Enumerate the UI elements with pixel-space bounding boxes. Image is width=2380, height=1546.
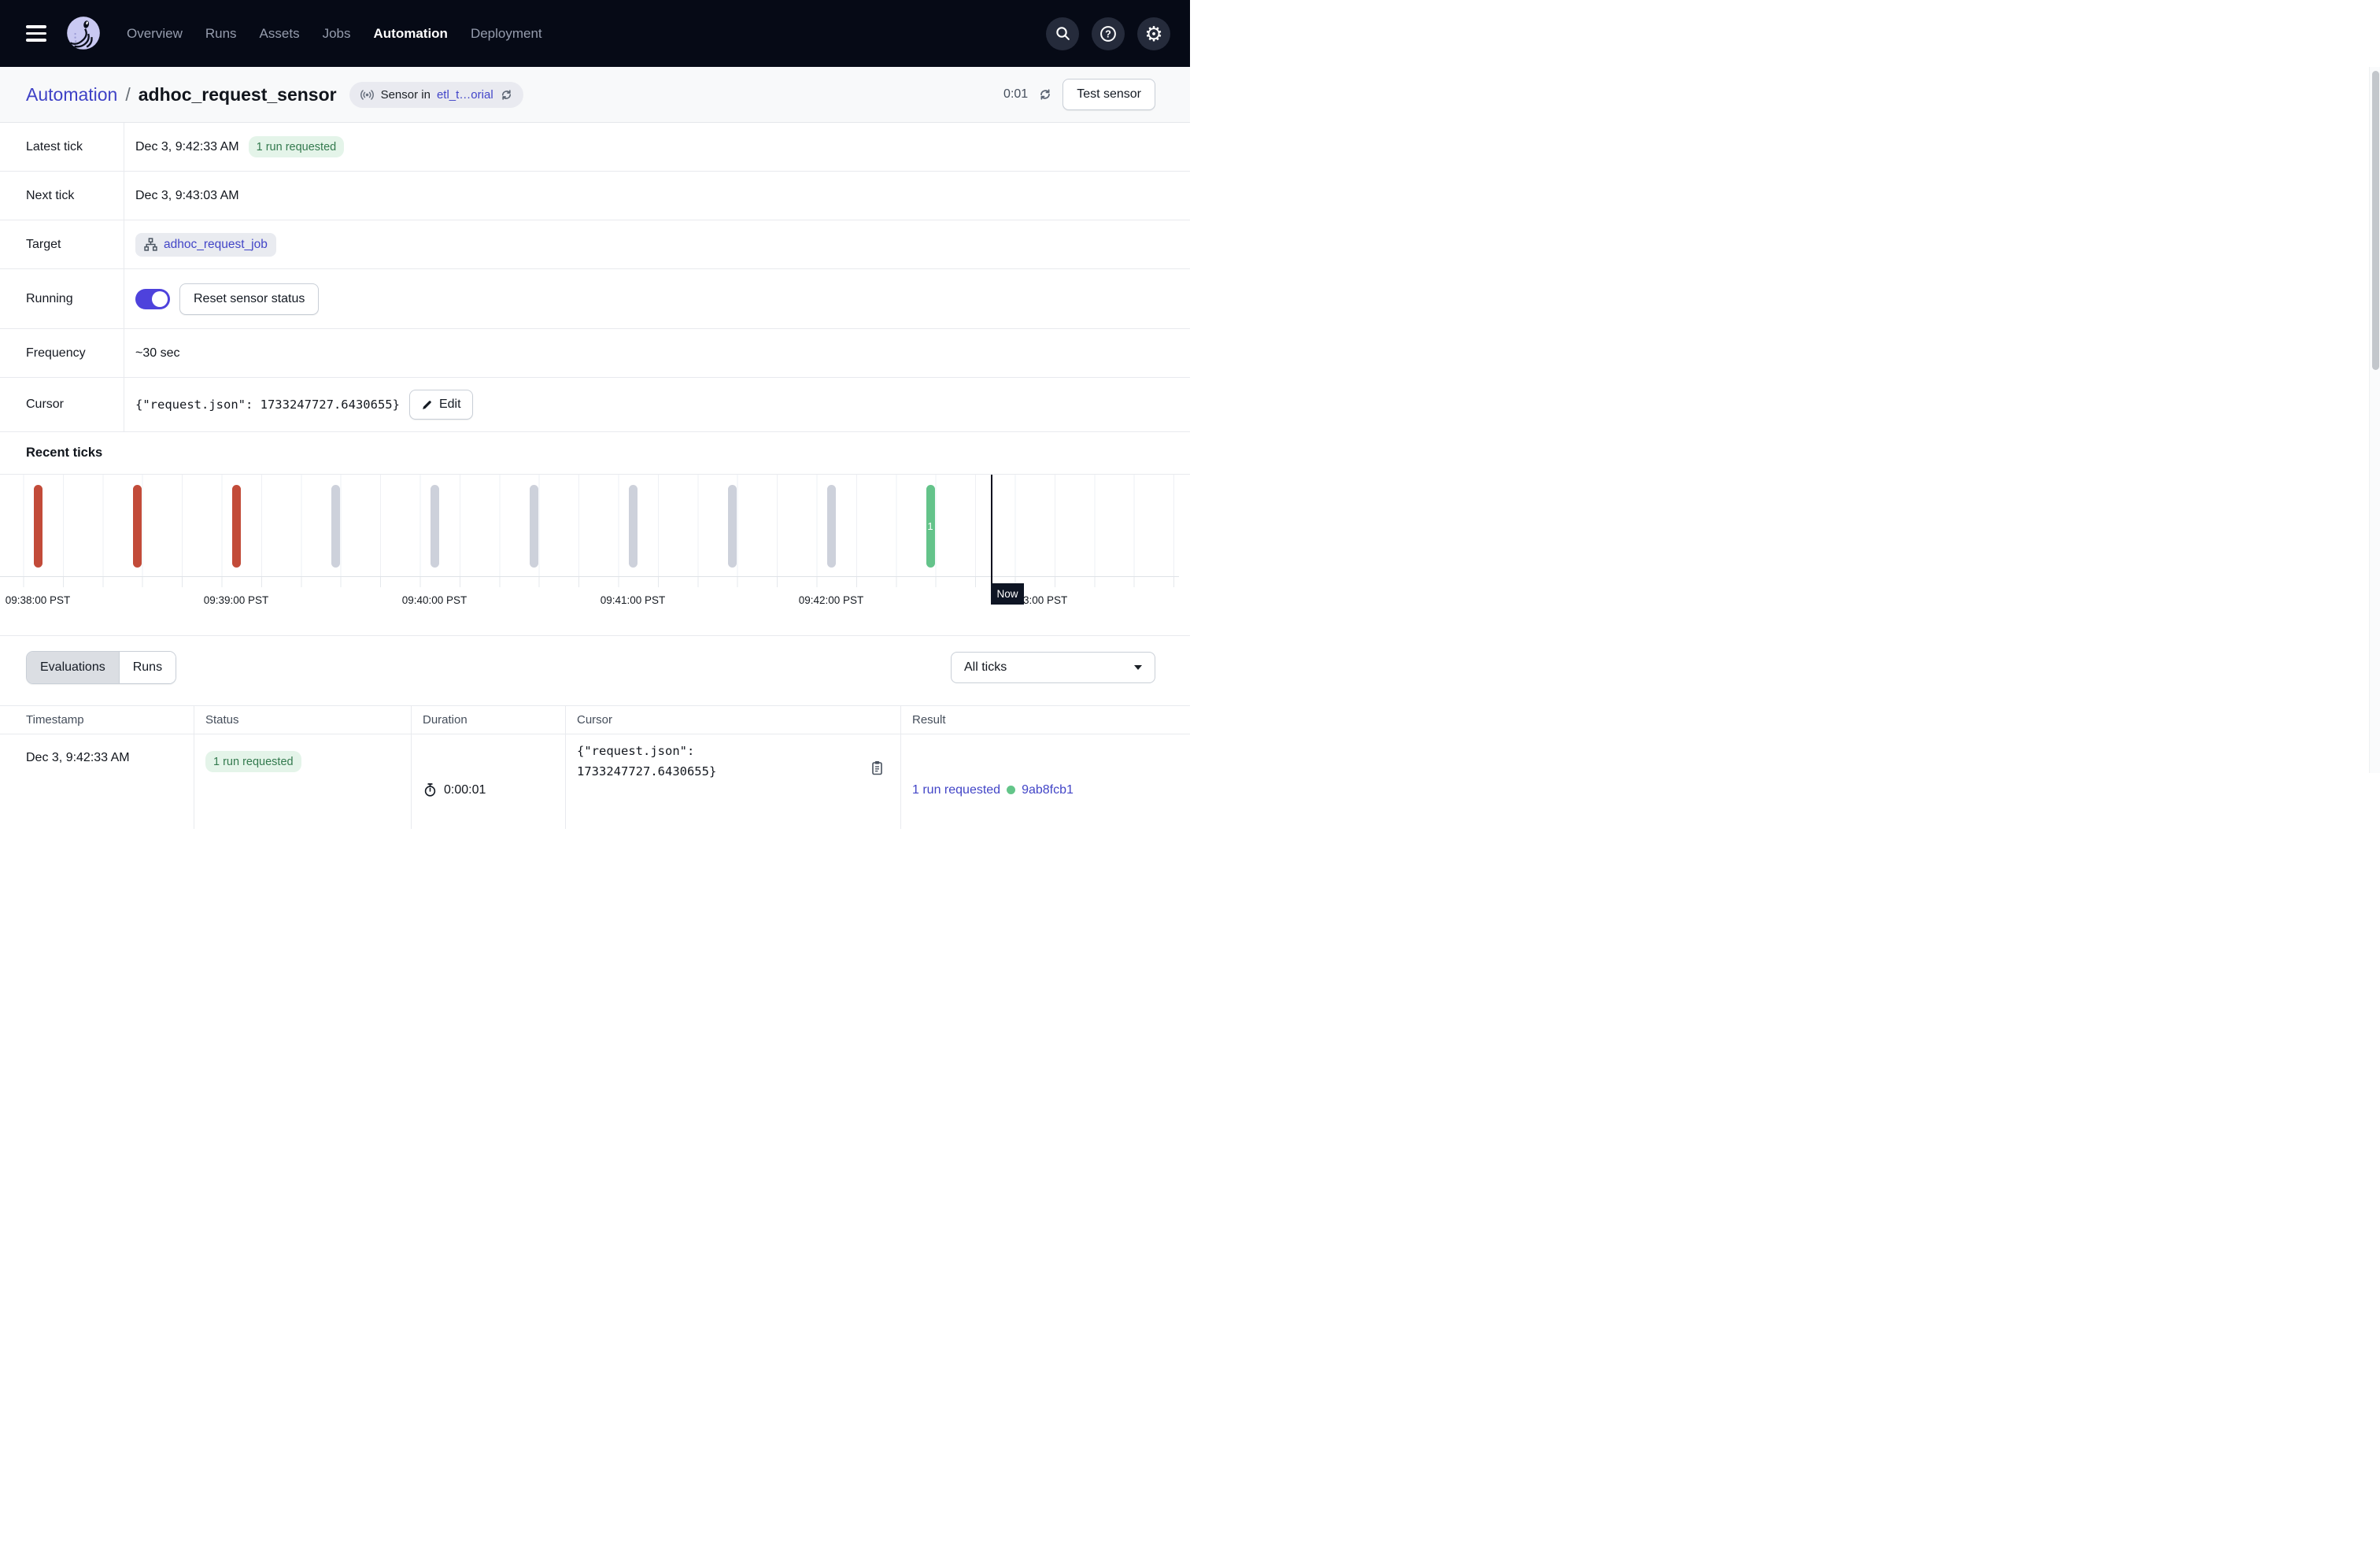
run-id-link[interactable]: 9ab8fcb1 [1022, 783, 1074, 797]
tab-runs[interactable]: Runs [119, 652, 176, 683]
latest-tick-row: Latest tick Dec 3, 9:42:33 AM 1 run requ… [0, 123, 1190, 172]
evaluations-table-header: Timestamp Status Duration Cursor Result [0, 705, 1190, 734]
top-navbar: Overview Runs Assets Jobs Automation Dep… [0, 0, 1190, 67]
evaluation-table-row: Dec 3, 9:42:33 AM 1 run requested 0:00:0… [0, 734, 1190, 829]
nav-links: Overview Runs Assets Jobs Automation Dep… [127, 26, 542, 42]
evaluation-cursor-line2: 1733247727.6430655} [577, 761, 716, 782]
refresh-countdown: 0:01 [1003, 87, 1028, 102]
target-row: Target adhoc_request_job [0, 220, 1190, 269]
recent-ticks-chart: 1 09:38:00 PST 09:39:00 PST 09:40:00 PST 09:… [0, 474, 1190, 636]
column-header-timestamp: Timestamp [0, 706, 194, 734]
chevron-down-icon [1134, 665, 1142, 670]
tick-bar-skipped[interactable] [530, 485, 538, 568]
page-header: Automation / adhoc_request_sensor Sensor… [0, 67, 1190, 123]
pencil-icon [421, 399, 433, 411]
scrollbar-thumb[interactable] [2372, 71, 2379, 370]
tick-bar-success[interactable]: 1 [926, 485, 935, 568]
column-header-status: Status [194, 706, 412, 734]
nav-item-runs[interactable]: Runs [205, 26, 237, 42]
running-label: Running [0, 269, 124, 328]
tick-bar-skipped[interactable] [331, 485, 340, 568]
reset-sensor-status-button[interactable]: Reset sensor status [179, 283, 319, 315]
x-axis-label: 09:38:00 PST [6, 594, 71, 606]
refresh-icon[interactable] [1038, 87, 1052, 102]
tick-bar-skipped[interactable] [431, 485, 439, 568]
frequency-row: Frequency ~30 sec [0, 329, 1190, 378]
evaluation-cursor-line1: {"request.json": [577, 741, 716, 761]
search-icon [1055, 25, 1071, 42]
latest-tick-value: Dec 3, 9:42:33 AM [135, 140, 239, 154]
job-graph-icon [144, 238, 157, 251]
copy-cursor-icon[interactable] [870, 760, 885, 776]
frequency-label: Frequency [0, 329, 124, 377]
next-tick-value: Dec 3, 9:43:03 AM [135, 189, 239, 203]
sensor-location-badge: Sensor in etl_t…orial [349, 82, 523, 108]
tick-bar-skipped[interactable] [827, 485, 836, 568]
help-icon: ? [1099, 25, 1117, 43]
now-marker-label: Now [991, 583, 1024, 605]
svg-text:?: ? [1105, 28, 1111, 39]
settings-button[interactable]: ⚙ [1137, 17, 1170, 50]
code-location-link[interactable]: etl_t…orial [437, 88, 493, 102]
run-status-dot [1007, 786, 1015, 794]
tick-filter-value: All ticks [964, 660, 1007, 675]
column-header-duration: Duration [412, 706, 566, 734]
target-job-link[interactable]: adhoc_request_job [164, 238, 268, 252]
view-segmented-control: Evaluations Runs [26, 651, 176, 684]
x-axis-label: 09:40:00 PST [402, 594, 468, 606]
latest-tick-label: Latest tick [0, 123, 124, 171]
column-header-result: Result [901, 706, 1190, 734]
tick-bar-skipped[interactable] [728, 485, 737, 568]
breadcrumb-automation[interactable]: Automation [26, 84, 117, 105]
cursor-label: Cursor [0, 378, 124, 431]
running-row: Running Reset sensor status [0, 269, 1190, 329]
next-tick-row: Next tick Dec 3, 9:43:03 AM [0, 172, 1190, 220]
cursor-value: {"request.json": 1733247727.6430655} [135, 398, 400, 412]
running-toggle[interactable] [135, 289, 170, 309]
nav-item-overview[interactable]: Overview [127, 26, 183, 42]
cursor-row: Cursor {"request.json": 1733247727.64306… [0, 378, 1190, 432]
tick-bar-skipped[interactable] [629, 485, 638, 568]
nav-item-jobs[interactable]: Jobs [323, 26, 351, 42]
stopwatch-icon [423, 782, 438, 797]
reload-location-icon[interactable] [500, 88, 513, 102]
menu-icon[interactable] [26, 25, 46, 42]
dagster-logo[interactable] [64, 14, 103, 54]
tab-evaluations[interactable]: Evaluations [27, 652, 119, 683]
ticks-plot [0, 475, 1179, 576]
page-scrollbar [2369, 67, 2380, 773]
latest-tick-status-badge: 1 run requested [249, 136, 345, 157]
evaluation-duration: 0:00:01 [444, 783, 486, 797]
x-axis-label: 09:39:00 PST [204, 594, 269, 606]
tick-filter-select[interactable]: All ticks [951, 652, 1155, 683]
recent-ticks-heading: Recent ticks [26, 446, 1190, 461]
next-tick-label: Next tick [0, 172, 124, 220]
evaluations-toolbar: Evaluations Runs All ticks [0, 651, 1190, 684]
breadcrumb-separator: / [125, 84, 130, 105]
x-axis-label: 09:41:00 PST [601, 594, 666, 606]
column-header-cursor: Cursor [566, 706, 901, 734]
test-sensor-button[interactable]: Test sensor [1062, 79, 1155, 110]
edit-cursor-label: Edit [439, 398, 461, 412]
target-label: Target [0, 220, 124, 268]
page-title: adhoc_request_sensor [139, 84, 337, 105]
gear-icon: ⚙ [1144, 24, 1162, 44]
nav-item-assets[interactable]: Assets [260, 26, 300, 42]
nav-item-automation[interactable]: Automation [374, 26, 448, 42]
evaluation-timestamp: Dec 3, 9:42:33 AM [0, 734, 194, 829]
sensor-badge-text: Sensor in [381, 88, 431, 102]
nav-item-deployment[interactable]: Deployment [471, 26, 542, 42]
tick-bar-failure[interactable] [133, 485, 142, 568]
edit-cursor-button[interactable]: Edit [409, 390, 473, 420]
evaluation-status-badge: 1 run requested [205, 751, 301, 772]
tick-bar-failure[interactable] [34, 485, 42, 568]
frequency-value: ~30 sec [135, 346, 179, 361]
tick-bar-failure[interactable] [232, 485, 241, 568]
help-button[interactable]: ? [1092, 17, 1125, 50]
target-job-pill[interactable]: adhoc_request_job [135, 233, 276, 257]
sensor-icon [360, 87, 375, 102]
search-button[interactable] [1046, 17, 1079, 50]
x-axis-label: 09:42:00 PST [799, 594, 864, 606]
evaluation-result-link[interactable]: 1 run requested [912, 783, 1000, 797]
